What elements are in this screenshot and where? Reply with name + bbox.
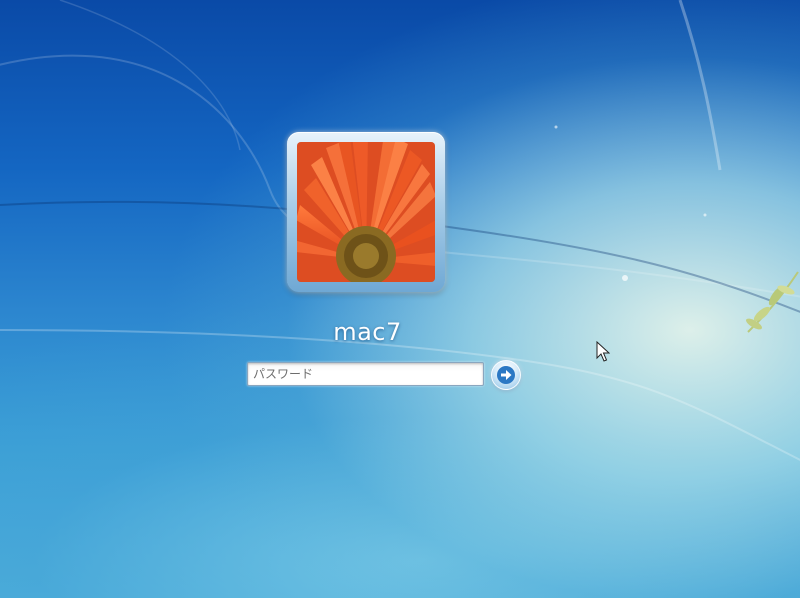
submit-button[interactable] — [491, 360, 521, 390]
password-input[interactable] — [247, 362, 484, 386]
user-avatar[interactable] — [287, 132, 445, 292]
arrow-right-icon — [497, 366, 515, 384]
plant-logo — [746, 271, 799, 333]
flower-avatar-image — [297, 142, 435, 282]
username-label: mac7 — [333, 318, 402, 346]
wallpaper — [0, 0, 800, 462]
mouse-pointer-icon — [596, 341, 610, 362]
